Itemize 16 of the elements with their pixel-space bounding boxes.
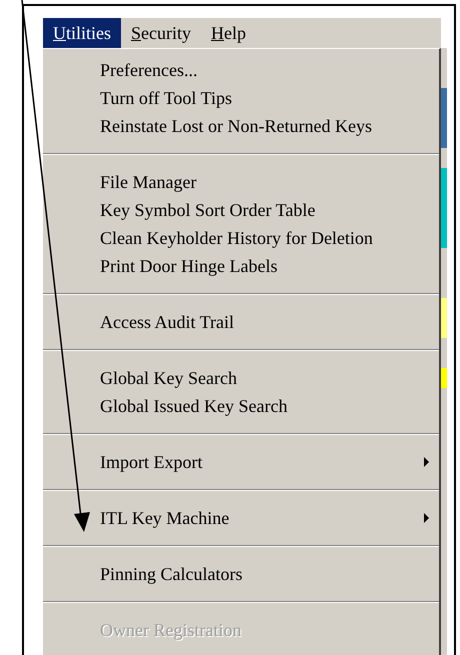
menu-item[interactable]: Global Issued Key Search xyxy=(43,392,439,420)
menu-item[interactable]: Clean Keyholder History for Deletion xyxy=(43,224,439,252)
menu-item[interactable]: Preferences... xyxy=(43,56,439,84)
menu-item[interactable]: ITL Key Machine xyxy=(43,504,439,532)
menu-bar-item[interactable]: Security xyxy=(121,18,201,48)
menu-item[interactable]: Pinning Calculators xyxy=(43,560,439,588)
menu-bar-item[interactable]: Utilities xyxy=(43,18,121,48)
menu-item[interactable]: Reinstate Lost or Non-Returned Keys xyxy=(43,112,439,140)
menu-item[interactable]: Access Audit Trail xyxy=(43,308,439,336)
menu-item[interactable]: Global Key Search xyxy=(43,364,439,392)
menu-item[interactable]: Key Symbol Sort Order Table xyxy=(43,196,439,224)
menu-item[interactable]: Import Export xyxy=(43,448,439,476)
menu-item[interactable]: Print Door Hinge Labels xyxy=(43,252,439,280)
menu-item[interactable]: File Manager xyxy=(43,168,439,196)
menu-bar-item[interactable]: Help xyxy=(201,18,256,48)
menu-item[interactable]: Turn off Tool Tips xyxy=(43,84,439,112)
